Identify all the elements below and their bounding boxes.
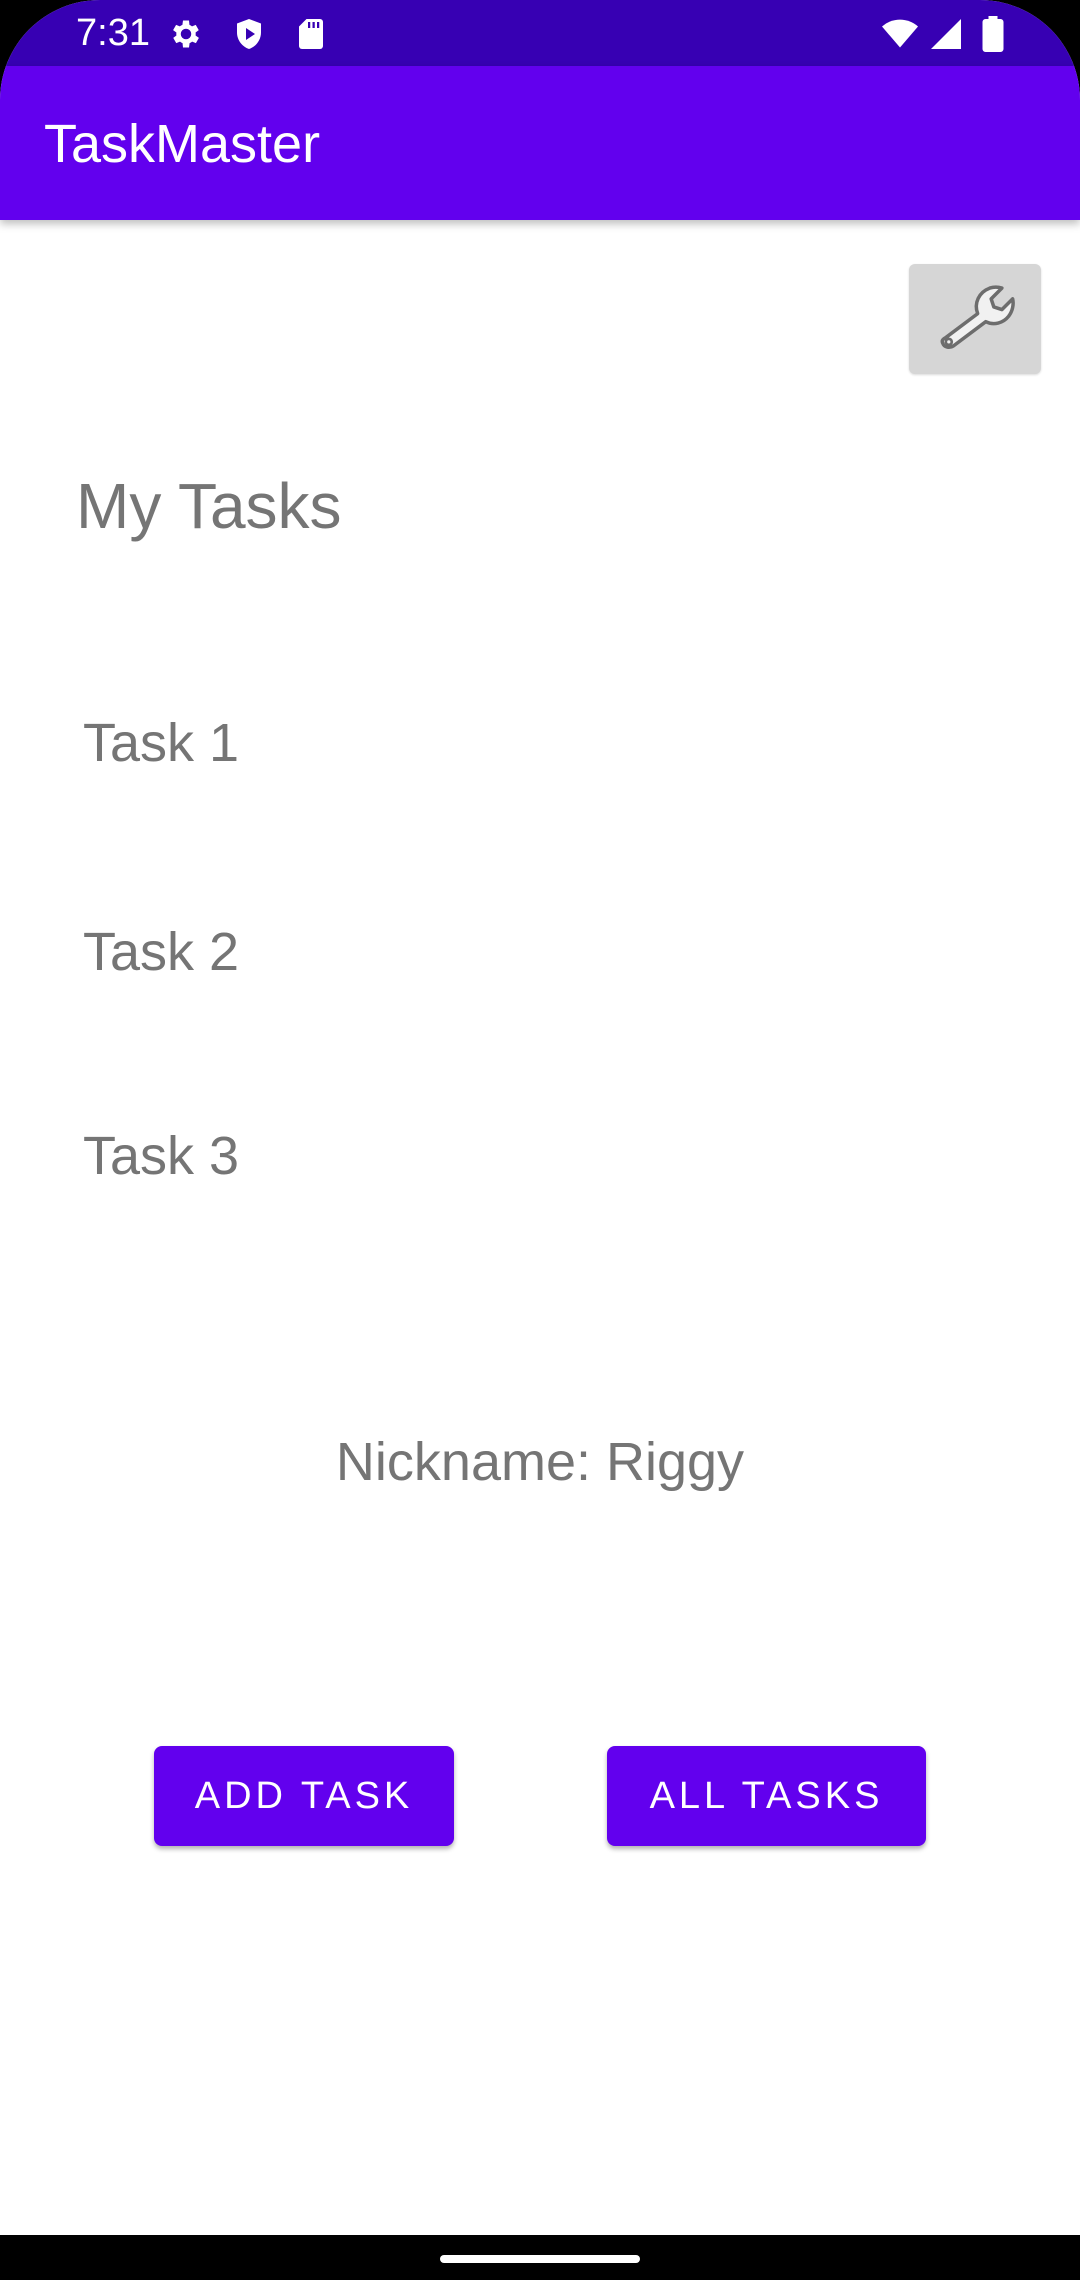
settings-button[interactable]	[909, 264, 1041, 374]
app-bar: TaskMaster	[0, 66, 1080, 220]
wifi-icon	[880, 16, 920, 52]
navigation-bar-curve	[0, 2235, 1080, 2280]
app-title: TaskMaster	[44, 114, 321, 174]
task-item[interactable]: Task 1	[83, 713, 239, 773]
gear-icon	[168, 16, 204, 52]
status-bar: 7:31	[0, 0, 1080, 66]
home-gesture-handle[interactable]	[440, 2255, 640, 2263]
task-item[interactable]: Task 2	[83, 922, 239, 982]
signal-icon	[928, 16, 964, 52]
wrench-icon	[940, 285, 1015, 350]
battery-icon	[980, 16, 1006, 52]
status-time: 7:31	[76, 12, 150, 54]
nickname-label: Nickname: Riggy	[335, 1432, 745, 1492]
sd-card-icon	[293, 16, 329, 52]
all-tasks-button[interactable]: ALL TASKS	[607, 1746, 926, 1846]
shield-play-icon	[231, 16, 267, 52]
task-item[interactable]: Task 3	[83, 1126, 239, 1186]
app-screen: 7:31 TaskMaster My Tasks Task 1 Task 2 T…	[0, 0, 1080, 2280]
page-title: My Tasks	[76, 470, 342, 542]
add-task-button[interactable]: ADD TASK	[154, 1746, 454, 1846]
